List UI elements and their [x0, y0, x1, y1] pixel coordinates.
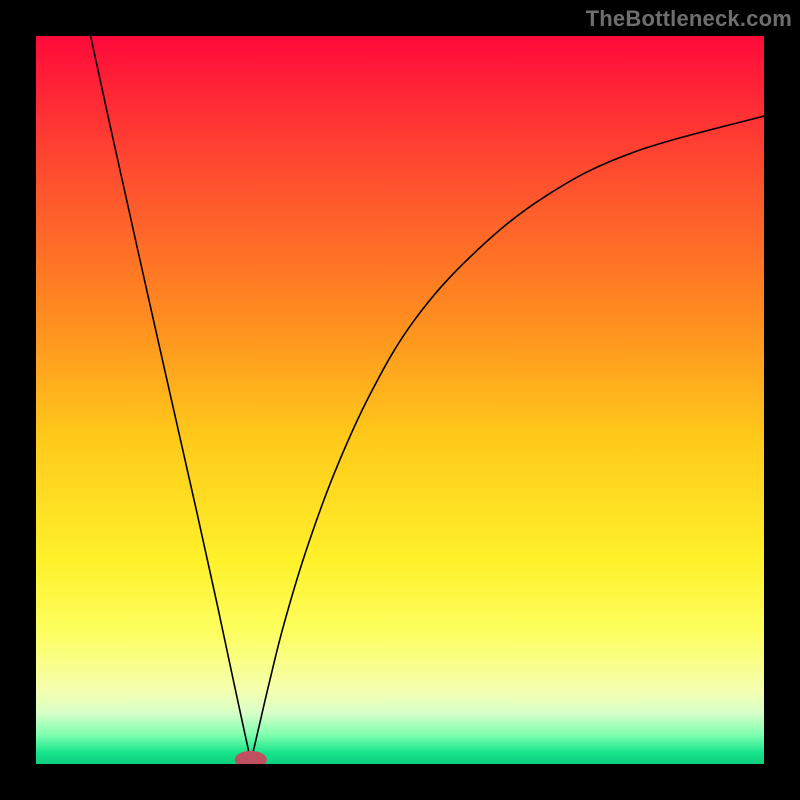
watermark-text: TheBottleneck.com	[586, 6, 792, 32]
chart-svg	[36, 36, 764, 764]
chart-frame: TheBottleneck.com	[0, 0, 800, 800]
plot-area	[36, 36, 764, 764]
